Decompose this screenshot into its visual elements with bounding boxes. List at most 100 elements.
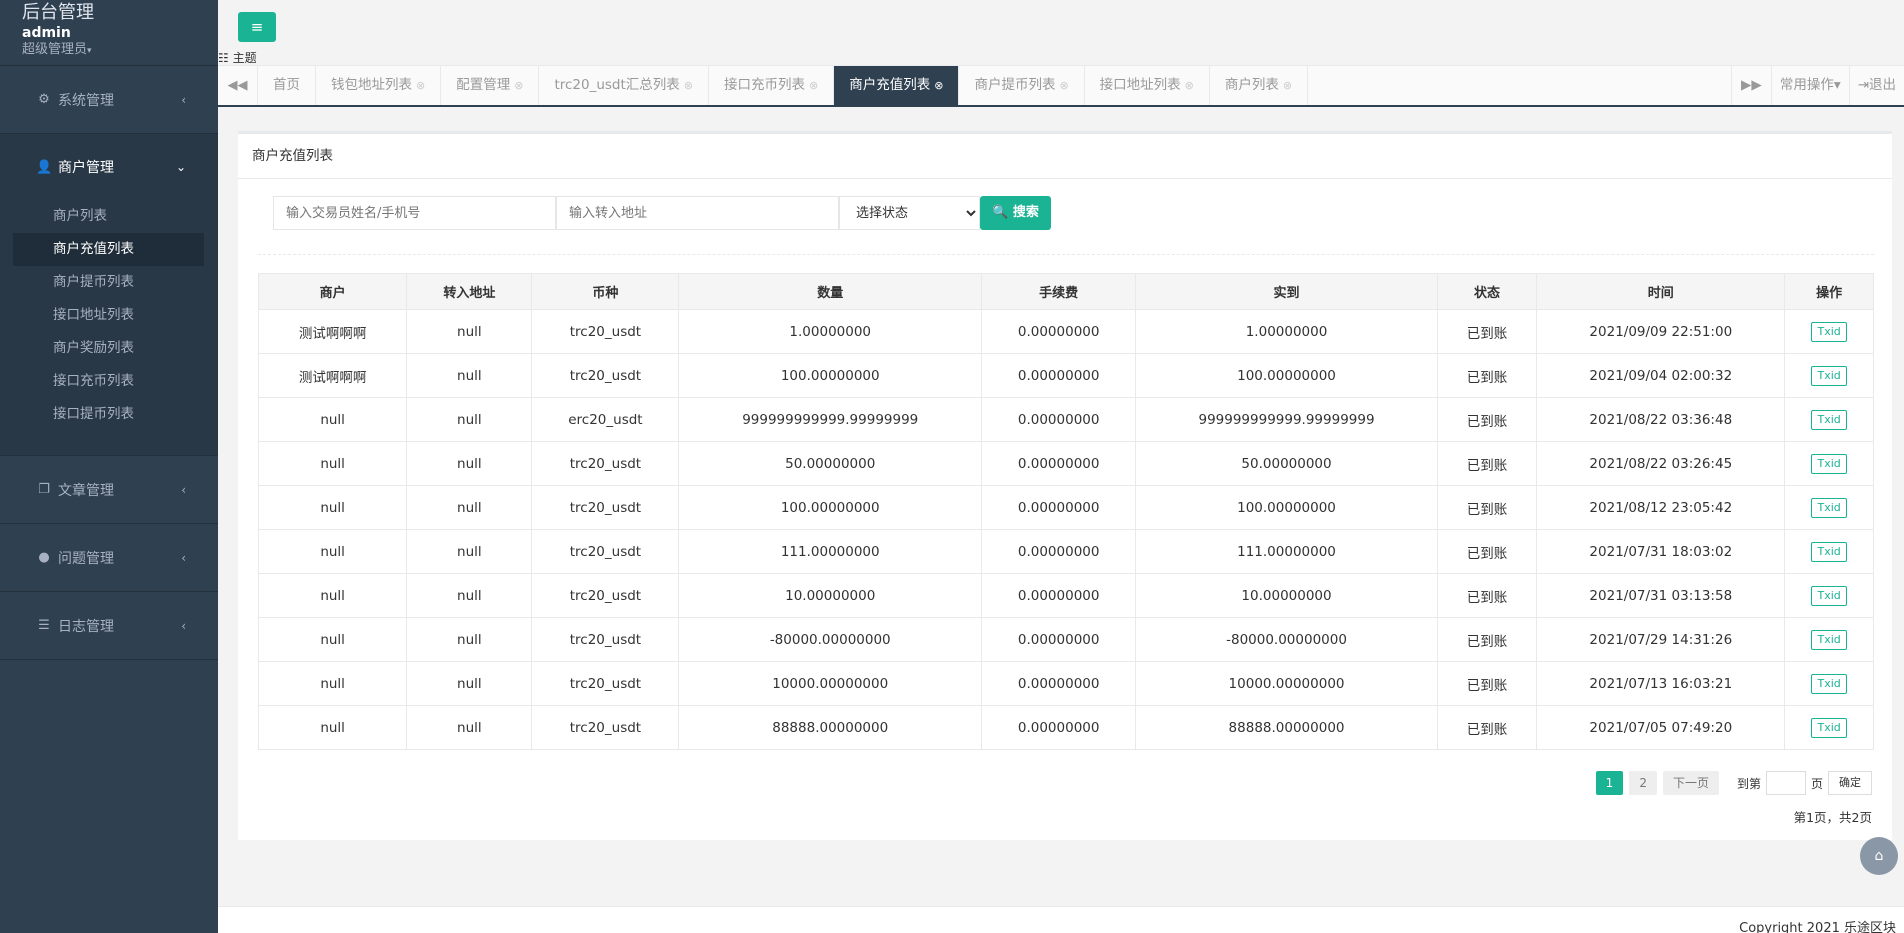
menu-toggle-button[interactable]: ≡ — [238, 12, 276, 42]
action-cell: Txid — [1784, 705, 1874, 750]
txid-button[interactable]: Txid — [1811, 321, 1847, 342]
close-icon[interactable]: ⊗ — [514, 79, 523, 92]
goto-page-input[interactable] — [1765, 771, 1806, 795]
txid-button[interactable]: Txid — [1811, 585, 1847, 606]
table-row: null null trc20_usdt 50.00000000 0.00000000 5… — [257, 441, 1874, 486]
sidebar-subitem-merchant-withdraw[interactable]: 商户提币列表 — [13, 266, 204, 299]
column-header[interactable]: 操作 — [1784, 273, 1874, 310]
close-icon[interactable]: ⊗ — [684, 79, 693, 92]
sidebar-item-question[interactable]: ● 问题管理 ‹ — [0, 524, 218, 591]
column-header[interactable]: 币种 — [531, 273, 680, 310]
theme-switch[interactable]: ☷ 主题 — [218, 49, 257, 66]
role-dropdown[interactable]: 超级管理员▾ — [22, 42, 218, 59]
copyright: Copyright 2021 乐途区块 — [1739, 921, 1896, 933]
sidebar-subitem-merchant-reward[interactable]: 商户奖励列表 — [13, 332, 204, 365]
chevron-left-icon: ‹ — [181, 92, 186, 107]
sidebar: 后台管理 admin 超级管理员▾ ⚙ 系统管理 ‹ 👤 商户管理 ⌄ 商户列表… — [0, 0, 218, 933]
column-header[interactable]: 实到 — [1135, 273, 1438, 310]
sidebar-item-system[interactable]: ⚙ 系统管理 ‹ — [0, 66, 218, 133]
sidebar-item-label: 问题管理 — [58, 550, 114, 567]
column-header[interactable]: 手续费 — [981, 273, 1137, 310]
table-cell: 111.00000000 — [1135, 529, 1438, 574]
tab-api-deposit[interactable]: 接口充币列表 ⊗ — [709, 66, 835, 105]
table-cell: 2021/07/13 16:03:21 — [1536, 661, 1786, 706]
tabs-scroll-left-button[interactable]: ◀◀ — [218, 66, 258, 105]
column-header[interactable]: 商户 — [257, 273, 408, 310]
close-icon[interactable]: ⊗ — [809, 79, 818, 92]
tab-api-address[interactable]: 接口地址列表 ⊗ — [1085, 66, 1210, 105]
goto-prefix: 到第 — [1736, 776, 1761, 791]
tab-tools: ▶▶ 常用操作▾ ⇥退出 — [1730, 66, 1904, 105]
next-page-button[interactable]: 下一页 — [1662, 771, 1719, 795]
sidebar-subitem-merchant-list[interactable]: 商户列表 — [13, 200, 204, 233]
sidebar-subitem-api-address[interactable]: 接口地址列表 — [13, 299, 204, 332]
table-cell: trc20_usdt — [531, 661, 680, 706]
close-icon[interactable]: ⊗ — [1059, 79, 1068, 92]
sidebar-subitem-merchant-recharge[interactable]: 商户充值列表 — [13, 233, 204, 266]
page-button-2[interactable]: 2 — [1629, 771, 1657, 795]
txid-button[interactable]: Txid — [1811, 541, 1847, 562]
tab-merchant-recharge[interactable]: 商户充值列表 ⊗ — [834, 66, 960, 105]
txid-button[interactable]: Txid — [1811, 717, 1847, 738]
close-icon[interactable]: ⊗ — [416, 79, 425, 92]
tab-trc20-summary[interactable]: trc20_usdt汇总列表 ⊗ — [539, 66, 710, 105]
table-cell: 已到账 — [1436, 529, 1538, 574]
txid-button[interactable]: Txid — [1811, 365, 1847, 386]
name-phone-input[interactable] — [273, 196, 556, 230]
status-select[interactable]: 选择状态 — [839, 196, 980, 230]
panel-title: 商户充值列表 — [238, 134, 1892, 179]
sidebar-subitem-api-deposit[interactable]: 接口充币列表 — [13, 365, 204, 398]
chevron-left-icon: ‹ — [181, 550, 186, 565]
table-cell: null — [257, 705, 408, 750]
column-header[interactable]: 数量 — [678, 273, 983, 310]
page-info: 第1页，共2页 — [1793, 810, 1872, 825]
search-button[interactable]: 🔍 搜索 — [980, 196, 1051, 230]
common-ops-label: 常用操作 — [1779, 77, 1834, 93]
table-cell: 50.00000000 — [678, 441, 983, 486]
logout-button[interactable]: ⇥退出 — [1848, 66, 1904, 105]
chevron-left-icon: ‹ — [181, 482, 186, 497]
table-cell: null — [257, 617, 408, 662]
txid-button[interactable]: Txid — [1811, 629, 1847, 650]
close-icon[interactable]: ⊗ — [934, 79, 943, 92]
tab-merchant-withdraw[interactable]: 商户提币列表 ⊗ — [959, 66, 1085, 105]
close-icon[interactable]: ⊗ — [1283, 79, 1292, 92]
sidebar-item-log[interactable]: ☰ 日志管理 ‹ — [0, 592, 218, 659]
close-icon[interactable]: ⊗ — [1185, 79, 1194, 92]
table-cell: null — [406, 309, 533, 354]
table-cell: trc20_usdt — [531, 485, 680, 530]
table-header-row: 商户 转入地址 币种 数量 手续费 实到 状态 时间 操作 — [257, 273, 1874, 310]
txid-button[interactable]: Txid — [1811, 409, 1847, 430]
table-cell: null — [257, 485, 408, 530]
table-cell: null — [257, 441, 408, 486]
username: admin — [22, 25, 71, 41]
column-header[interactable]: 状态 — [1436, 273, 1538, 310]
sidebar-subitem-api-withdraw[interactable]: 接口提币列表 — [13, 398, 204, 431]
tab-merchant-list[interactable]: 商户列表 ⊗ — [1210, 66, 1309, 105]
action-cell: Txid — [1784, 661, 1874, 706]
column-header[interactable]: 转入地址 — [406, 273, 533, 310]
common-ops-dropdown[interactable]: 常用操作▾ — [1770, 66, 1849, 105]
tab-wallet-address[interactable]: 钱包地址列表 ⊗ — [316, 66, 442, 105]
tab-home[interactable]: 首页 — [258, 66, 316, 105]
txid-button[interactable]: Txid — [1811, 497, 1847, 518]
goto-confirm-button[interactable]: 确定 — [1828, 771, 1872, 795]
table-cell: 2021/07/31 18:03:02 — [1536, 529, 1786, 574]
page-button-1[interactable]: 1 — [1595, 771, 1624, 795]
table-cell: 100.00000000 — [1135, 485, 1438, 530]
sidebar-item-article[interactable]: ❐ 文章管理 ‹ — [0, 456, 218, 523]
sidebar-item-merchant[interactable]: 👤 商户管理 ⌄ — [0, 134, 218, 200]
column-header[interactable]: 时间 — [1536, 273, 1786, 310]
txid-button[interactable]: Txid — [1811, 673, 1847, 694]
search-label: 搜索 — [1012, 205, 1039, 220]
table-row: null null trc20_usdt 100.00000000 0.00000000… — [257, 485, 1874, 530]
action-cell: Txid — [1784, 573, 1874, 618]
tabs-scroll-right-button[interactable]: ▶▶ — [1730, 66, 1771, 105]
txid-button[interactable]: Txid — [1811, 453, 1847, 474]
address-input[interactable] — [556, 196, 839, 230]
table-cell: 0.00000000 — [981, 309, 1137, 354]
footer: Copyright 2021 乐途区块 — [218, 906, 1904, 933]
home-icon: ⌂ — [1874, 848, 1884, 864]
home-float-button[interactable]: ⌂ — [1860, 837, 1898, 875]
tab-config[interactable]: 配置管理 ⊗ — [441, 66, 540, 105]
